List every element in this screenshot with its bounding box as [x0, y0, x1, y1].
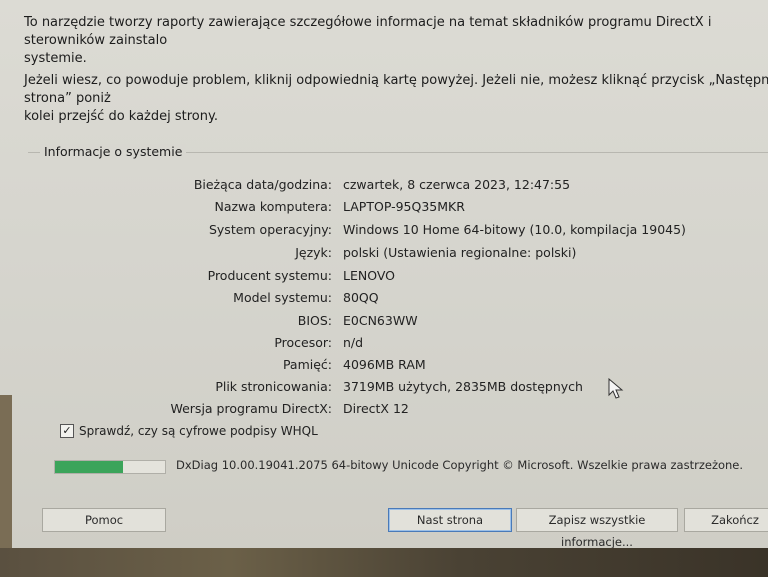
info-row-bios: BIOS: E0CN63WW	[0, 313, 760, 333]
info-value: 3719MB użytych, 2835MB dostępnych	[343, 379, 583, 394]
screen-bezel	[0, 395, 12, 555]
info-label: Model systemu:	[233, 290, 332, 305]
info-value: LENOVO	[343, 268, 396, 283]
info-row-memory: Pamięć: 4096MB RAM	[0, 357, 760, 377]
info-value: n/d	[343, 335, 364, 350]
info-value: polski (Ustawienia regionalne: polski)	[343, 245, 577, 260]
info-label: Pamięć:	[282, 357, 332, 372]
whql-checkbox-row[interactable]: ✓ Sprawdź, czy są cyfrowe podpisy WHQL	[60, 424, 318, 438]
info-label: Producent systemu:	[207, 268, 332, 283]
info-label: Bieżąca data/godzina:	[193, 177, 332, 192]
progress-fill	[55, 461, 124, 473]
info-row-directx: Wersja programu DirectX: DirectX 12	[0, 401, 760, 421]
help-button[interactable]: Pomoc	[42, 508, 166, 532]
progress-bar	[54, 460, 166, 474]
info-value: czwartek, 8 czerwca 2023, 12:47:55	[343, 177, 571, 192]
desk-background	[0, 548, 768, 577]
info-value: 4096MB RAM	[343, 357, 426, 372]
info-label: Plik stronicowania:	[215, 379, 332, 394]
whql-checkbox[interactable]: ✓	[60, 424, 74, 438]
exit-button[interactable]: Zakończ	[684, 508, 768, 532]
info-label: System operacyjny:	[208, 222, 332, 237]
info-row-computer-name: Nazwa komputera: LAPTOP-95Q35MKR	[0, 199, 760, 219]
info-row-os: System operacyjny: Windows 10 Home 64-bi…	[0, 222, 760, 242]
intro-text-2: Jeżeli wiesz, co powoduje problem, klikn…	[24, 73, 768, 124]
info-value: LAPTOP-95Q35MKR	[343, 199, 465, 214]
dxdiag-window: To narzędzie tworzy raporty zawierające …	[0, 0, 768, 552]
info-label: BIOS:	[297, 313, 332, 328]
intro-text-1: To narzędzie tworzy raporty zawierające …	[24, 15, 712, 66]
info-label: Język:	[295, 245, 332, 260]
save-all-button[interactable]: Zapisz wszystkie informacje...	[516, 508, 678, 549]
info-row-manufacturer: Producent systemu: LENOVO	[0, 268, 760, 288]
system-info-title: Informacje o systemie	[40, 144, 187, 159]
info-value: DirectX 12	[343, 401, 409, 416]
info-row-processor: Procesor: n/d	[0, 335, 760, 355]
info-label: Procesor:	[274, 335, 332, 350]
info-label: Wersja programu DirectX:	[170, 401, 332, 416]
info-label: Nazwa komputera:	[214, 199, 332, 214]
info-row-datetime: Bieżąca data/godzina: czwartek, 8 czerwc…	[0, 177, 760, 197]
next-page-button[interactable]: Nast strona	[388, 508, 512, 532]
info-value: 80QQ	[343, 290, 379, 305]
whql-checkbox-label: Sprawdź, czy są cyfrowe podpisy WHQL	[79, 424, 318, 438]
info-row-model: Model systemu: 80QQ	[0, 290, 760, 310]
info-value: Windows 10 Home 64-bitowy (10.0, kompila…	[343, 222, 686, 237]
info-value: E0CN63WW	[343, 313, 418, 328]
copyright-text: DxDiag 10.00.19041.2075 64-bitowy Unicod…	[176, 458, 744, 472]
mouse-cursor-icon	[608, 378, 624, 399]
info-row-language: Język: polski (Ustawienia regionalne: po…	[0, 245, 760, 265]
info-row-pagefile: Plik stronicowania: 3719MB użytych, 2835…	[0, 379, 760, 399]
